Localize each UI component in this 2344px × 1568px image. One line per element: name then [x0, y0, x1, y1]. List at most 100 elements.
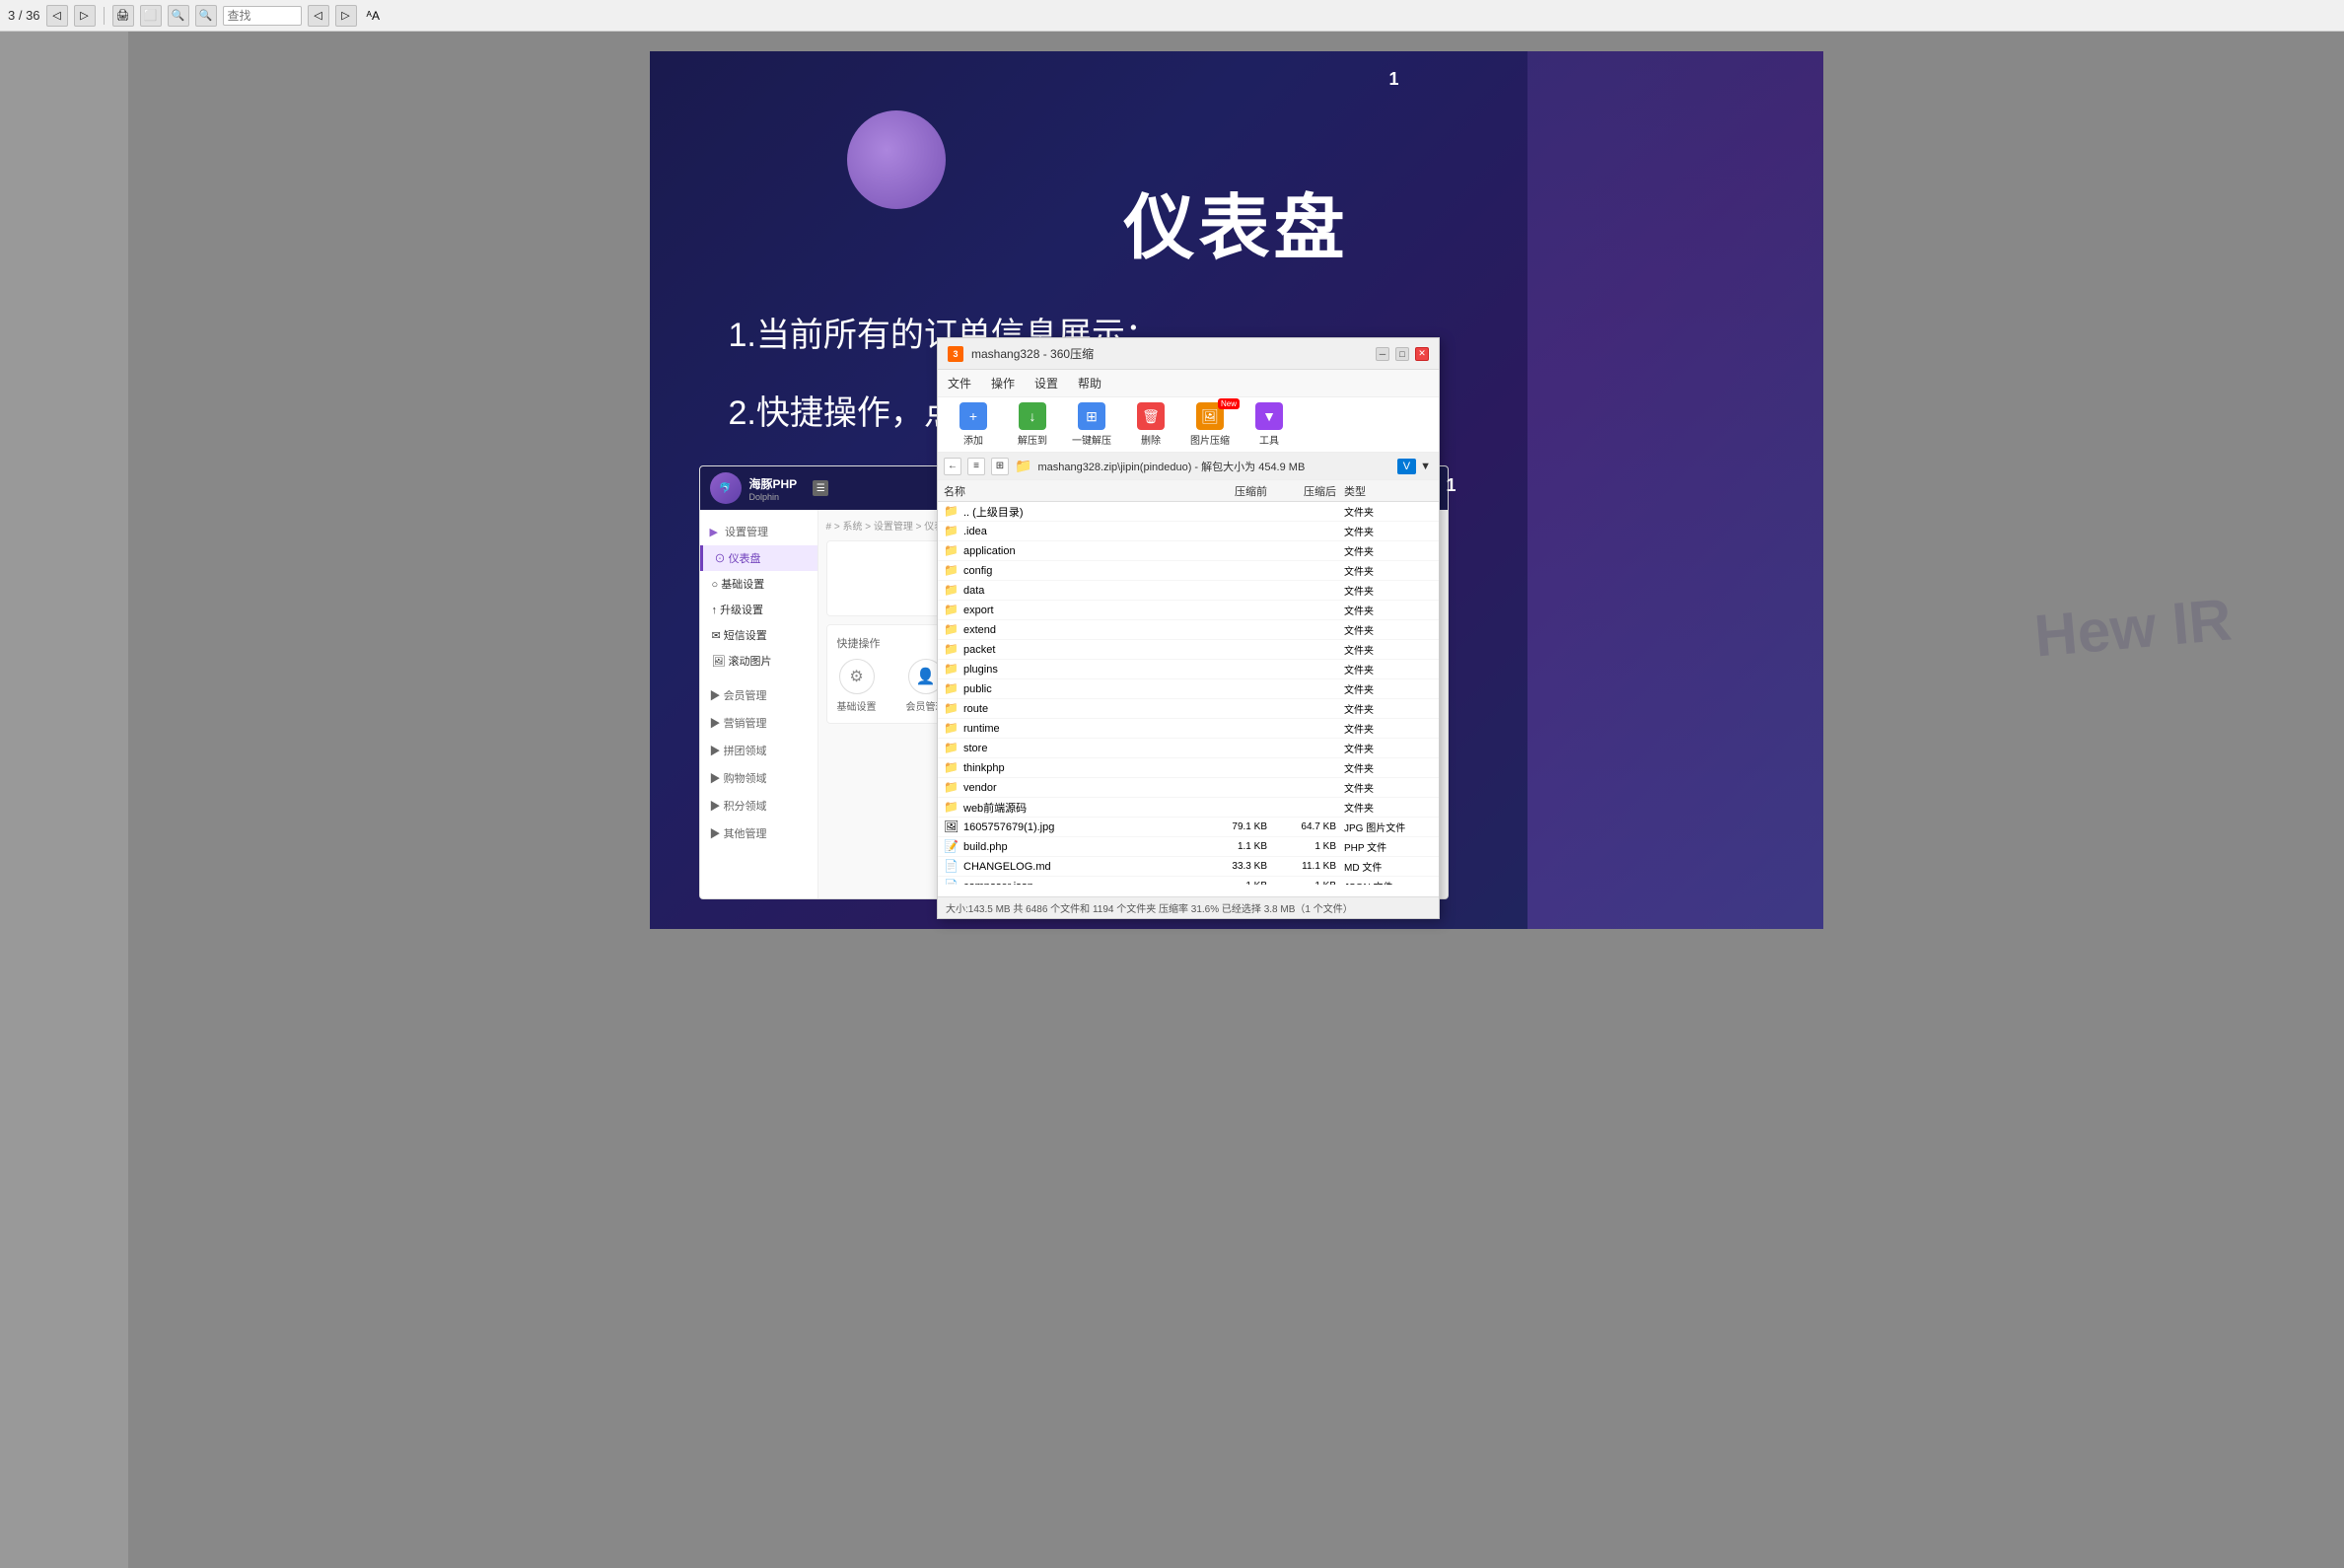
folder-icon: 📁	[944, 780, 959, 796]
archive-toolbar: + 添加 ↓ 解压到 ⊞ 一键解压 🗑 删除 🖼 New 图片压缩 ▼	[938, 397, 1439, 453]
print-btn[interactable]: 🖨	[112, 5, 134, 27]
sidebar-item-banner[interactable]: 🖼 滚动图片	[700, 648, 817, 674]
close-btn[interactable]: ✕	[1415, 347, 1429, 361]
file-name: thinkphp	[963, 762, 1206, 774]
tool-extract[interactable]: ↓ 解压到	[1007, 402, 1058, 447]
folder-icon: 📁	[944, 800, 959, 816]
file-type: 文件夹	[1344, 543, 1433, 558]
menu-settings[interactable]: 设置	[1034, 375, 1058, 392]
file-row[interactable]: 📁data文件夹	[938, 581, 1439, 601]
file-row[interactable]: 📁export文件夹	[938, 601, 1439, 620]
file-row[interactable]: 📁extend文件夹	[938, 620, 1439, 640]
view-detail-btn[interactable]: V	[1397, 459, 1416, 474]
file-row[interactable]: 📁public文件夹	[938, 679, 1439, 699]
menu-btn[interactable]: ☰	[813, 480, 828, 496]
tool-add[interactable]: + 添加	[948, 402, 999, 447]
tool-tools[interactable]: ▼ 工具	[1243, 402, 1295, 447]
file-compress-size: 1.1 KB	[1206, 841, 1275, 852]
tool-delete[interactable]: 🗑 删除	[1125, 402, 1176, 447]
prev-page-btn[interactable]: ◁	[46, 5, 68, 27]
pdf-content-area: 仪表盘 1.当前所有的订单信息展示； 2.快捷操作，点击即可进入 对应的模块内 …	[128, 32, 2344, 1568]
sidebar-group-other: ▶ 其他管理	[700, 820, 817, 847]
path-thumb-btn[interactable]: ⊞	[991, 458, 1009, 475]
tool-extract-all[interactable]: ⊞ 一键解压	[1066, 402, 1117, 447]
col-compress-header: 压缩前	[1206, 483, 1275, 499]
file-after-size: 64.7 KB	[1275, 821, 1344, 832]
sidebar-item-basic[interactable]: ○ 基础设置	[700, 571, 817, 597]
view-controls: V ▼	[1397, 459, 1433, 474]
next-page-btn[interactable]: ▷	[74, 5, 96, 27]
view-sort-btn[interactable]: ▼	[1418, 459, 1433, 474]
file-name: build.php	[963, 841, 1206, 853]
extract-icon: ↓	[1019, 402, 1046, 430]
search-input[interactable]	[223, 6, 302, 26]
file-type: 文件夹	[1344, 681, 1433, 696]
extract-all-label: 一键解压	[1072, 432, 1111, 447]
file-row[interactable]: 📁config文件夹	[938, 561, 1439, 581]
file-row[interactable]: 🖼1605757679(1).jpg79.1 KB64.7 KBJPG 图片文件	[938, 818, 1439, 837]
menu-help[interactable]: 帮助	[1078, 375, 1101, 392]
file-row[interactable]: 📄CHANGELOG.md33.3 KB11.1 KBMD 文件	[938, 857, 1439, 877]
file-row[interactable]: 📄composer.json1 KB1 KBJSON 文件	[938, 877, 1439, 885]
file-row[interactable]: 📁store文件夹	[938, 739, 1439, 758]
file-type: JSON 文件	[1344, 879, 1433, 885]
file-row[interactable]: 📁plugins文件夹	[938, 660, 1439, 679]
file-compress-size: 79.1 KB	[1206, 821, 1275, 832]
search-next-btn[interactable]: ▷	[335, 5, 357, 27]
archive-title-icon: 3	[948, 346, 963, 362]
file-row[interactable]: 📁.. (上级目录)文件夹	[938, 502, 1439, 522]
zoom-label: ᴬA	[367, 9, 380, 23]
app-logo: 🐬	[710, 472, 742, 504]
file-name: CHANGELOG.md	[963, 861, 1206, 873]
maximize-btn[interactable]: □	[1395, 347, 1409, 361]
basic-icon: ○	[712, 579, 722, 591]
file-type: 文件夹	[1344, 721, 1433, 736]
file-type: MD 文件	[1344, 859, 1433, 874]
delete-icon: 🗑	[1137, 402, 1165, 430]
file-icon: 📄	[944, 879, 959, 886]
path-list-btn[interactable]: ≡	[967, 458, 985, 475]
file-row[interactable]: 📁.idea文件夹	[938, 522, 1439, 541]
file-row[interactable]: 📁packet文件夹	[938, 640, 1439, 660]
folder-icon: 📁	[944, 603, 959, 618]
file-type: 文件夹	[1344, 504, 1433, 519]
file-row[interactable]: 📁route文件夹	[938, 699, 1439, 719]
file-name: composer.json	[963, 881, 1206, 886]
search-prev-btn[interactable]: ◁	[308, 5, 329, 27]
menu-file[interactable]: 文件	[948, 375, 971, 392]
file-row[interactable]: 📁 application 文件夹	[938, 541, 1439, 561]
folder-icon: 📁	[944, 681, 959, 697]
file-row[interactable]: 📁 thinkphp 文件夹	[938, 758, 1439, 778]
sidebar-item-dashboard[interactable]: ⊙ 仪表盘	[700, 545, 817, 571]
file-row[interactable]: 📁runtime文件夹	[938, 719, 1439, 739]
file-type: 文件夹	[1344, 760, 1433, 775]
minimize-btn[interactable]: ─	[1376, 347, 1389, 361]
file-name: .idea	[963, 526, 1206, 537]
file-name: vendor	[963, 782, 1206, 794]
quick-icon-basic-settings[interactable]: ⚙ 基础设置	[837, 659, 877, 713]
folder-icon: 📁	[944, 622, 959, 638]
app-subtitle: Dolphin	[749, 492, 798, 502]
sidebar-item-sms[interactable]: ✉ 短信设置	[700, 622, 817, 648]
file-row[interactable]: 📁vendor文件夹	[938, 778, 1439, 798]
file-name: application	[963, 545, 1206, 557]
archive-path-bar: ← ≡ ⊞ 📁 mashang328.zip\jipin(pindeduo) -…	[938, 453, 1439, 480]
tool-compress-img[interactable]: 🖼 New 图片压缩	[1184, 402, 1236, 447]
file-type: 文件夹	[1344, 800, 1433, 815]
sidebar-group-member: ▶ 会员管理	[700, 681, 817, 709]
toolbar-separator	[104, 7, 105, 25]
folder-icon: 📁	[944, 543, 959, 559]
file-name: 1605757679(1).jpg	[963, 821, 1206, 833]
zoom-out-btn[interactable]: 🔍	[195, 5, 217, 27]
folder-icon: 📁	[944, 642, 959, 658]
menu-operation[interactable]: 操作	[991, 375, 1015, 392]
zoom-in-btn[interactable]: 🔍	[168, 5, 189, 27]
file-row[interactable]: 📝build.php1.1 KB1 KBPHP 文件	[938, 837, 1439, 857]
zoom-fit-btn[interactable]: ⬜	[140, 5, 162, 27]
file-row[interactable]: 📁web前端源码文件夹	[938, 798, 1439, 818]
sidebar-group-settings: ▶ 设置管理	[700, 518, 817, 545]
sidebar-item-upgrade[interactable]: ↑ 升级设置	[700, 597, 817, 622]
path-back-btn[interactable]: ←	[944, 458, 961, 475]
column-headers: 名称 压缩前 压缩后 类型	[938, 480, 1439, 502]
folder-icon: 📁	[944, 760, 959, 776]
